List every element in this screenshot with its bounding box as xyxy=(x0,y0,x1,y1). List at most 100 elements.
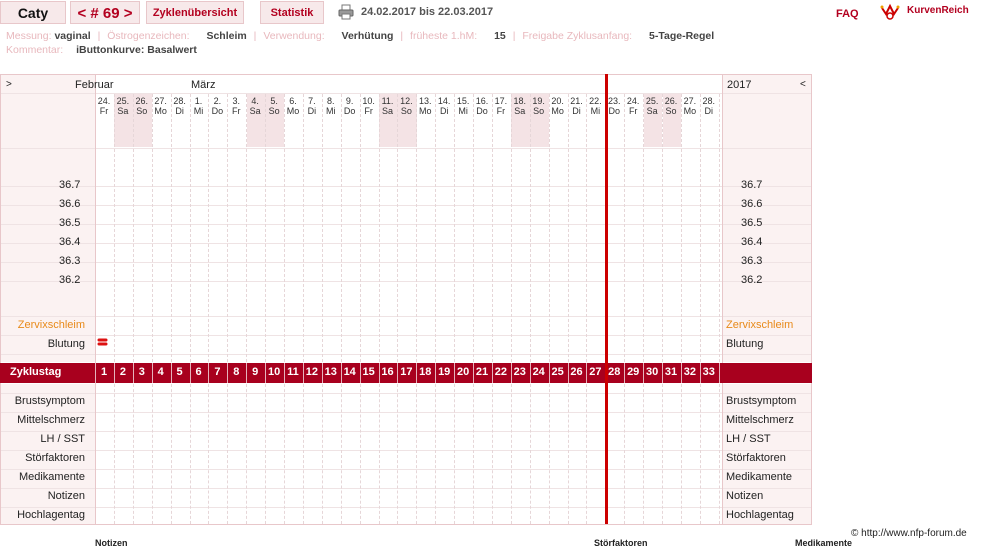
cycle-day-title: Zyklustag xyxy=(10,366,62,378)
cycle-day-number[interactable]: 31 xyxy=(662,366,680,378)
day-gridline xyxy=(378,94,380,362)
day-date: 4. xyxy=(251,96,259,106)
grid-row-line xyxy=(1,412,811,413)
day-gridline xyxy=(416,384,418,524)
cycle-day-number[interactable]: 27 xyxy=(586,366,604,378)
cycle-day-number[interactable]: 1 xyxy=(95,366,113,378)
cycle-day-number[interactable]: 3 xyxy=(133,366,151,378)
day-gridline xyxy=(643,94,645,362)
cycle-day-number[interactable]: 25 xyxy=(549,366,567,378)
cycle-day-separator xyxy=(378,363,380,383)
day-gridline xyxy=(435,94,437,362)
cycle-day-number[interactable]: 16 xyxy=(379,366,397,378)
temperature-label: 36.7 xyxy=(59,179,81,191)
day-weekday: Di xyxy=(439,106,449,116)
temperature-label-right: 36.3 xyxy=(741,255,763,267)
cycle-day-number[interactable]: 14 xyxy=(341,366,359,378)
day-gridline xyxy=(170,384,172,524)
cycle-day-number[interactable]: 29 xyxy=(624,366,642,378)
day-weekday: Mi xyxy=(193,106,204,116)
tab-cycle-overview[interactable]: Zyklenübersicht xyxy=(146,1,244,24)
grid-row-line xyxy=(1,93,811,94)
cycle-day-number[interactable]: 22 xyxy=(492,366,510,378)
day-date: 7. xyxy=(308,96,316,106)
cycle-day-number[interactable]: 9 xyxy=(246,366,264,378)
day-date: 25. xyxy=(116,96,130,106)
day-weekday: So xyxy=(400,106,412,116)
scroll-right-button[interactable]: < xyxy=(800,79,806,90)
grid-row-line xyxy=(1,316,811,317)
temperature-label-right: 36.4 xyxy=(741,236,763,248)
cycle-day-separator xyxy=(340,363,342,383)
top-bar: Caty < # 69 > Zyklenübersicht Statistik … xyxy=(0,0,981,27)
day-header: 14. Di xyxy=(435,96,453,116)
printer-icon[interactable] xyxy=(338,4,354,20)
cycle-day-number[interactable]: 4 xyxy=(152,366,170,378)
day-header: 7. Di xyxy=(303,96,321,116)
cycle-day-number[interactable]: 15 xyxy=(360,366,378,378)
grid-row-line xyxy=(1,148,811,149)
day-gridline xyxy=(359,384,361,524)
cycle-day-number[interactable]: 30 xyxy=(643,366,661,378)
faq-link[interactable]: FAQ xyxy=(836,8,859,20)
hm-label: früheste 1.hM: xyxy=(410,30,478,42)
cycle-day-number[interactable]: 26 xyxy=(568,366,586,378)
day-gridline xyxy=(643,384,645,524)
day-header: 26. So xyxy=(133,96,151,116)
day-date: 19. xyxy=(532,96,545,106)
cycle-day-number[interactable]: 12 xyxy=(303,366,321,378)
cycle-day-number[interactable]: 7 xyxy=(208,366,226,378)
day-date: 25. xyxy=(645,96,659,106)
cycle-day-number[interactable]: 23 xyxy=(511,366,529,378)
cycle-day-number[interactable]: 21 xyxy=(473,366,491,378)
brand-name[interactable]: KurvenReich xyxy=(907,5,969,16)
grid-row-line xyxy=(1,281,811,282)
tab-statistics[interactable]: Statistik xyxy=(260,1,324,24)
cycle-day-number[interactable]: 6 xyxy=(190,366,208,378)
day-date: 1. xyxy=(194,96,203,106)
grid-row-line xyxy=(1,507,811,508)
cycle-navigator[interactable]: < # 69 > xyxy=(70,1,140,24)
cycle-day-number[interactable]: 13 xyxy=(322,366,340,378)
day-date: 27. xyxy=(154,96,167,106)
day-date: 24. xyxy=(626,96,640,106)
temperature-label: 36.4 xyxy=(59,236,81,248)
cycle-day-number[interactable]: 33 xyxy=(700,366,718,378)
day-date: 9. xyxy=(345,96,354,106)
cycle-day-separator xyxy=(699,363,701,383)
kurvenreich-logo-icon[interactable] xyxy=(880,2,900,20)
day-weekday: Fr xyxy=(496,106,506,116)
cycle-day-number[interactable]: 5 xyxy=(171,366,189,378)
cycle-day-number[interactable]: 11 xyxy=(284,366,302,378)
day-gridline xyxy=(397,94,399,362)
day-gridline xyxy=(208,384,210,524)
freigabe-value: 5-Tage-Regel xyxy=(649,30,715,42)
copyright[interactable]: © http://www.nfp-forum.de xyxy=(851,528,967,539)
cycle-day-number[interactable]: 10 xyxy=(265,366,283,378)
cycle-day-number[interactable]: 8 xyxy=(227,366,245,378)
cycle-day-separator xyxy=(529,363,531,383)
scroll-left-button[interactable]: > xyxy=(6,79,12,90)
bleeding-marker-icon[interactable] xyxy=(97,338,108,346)
cycle-day-number[interactable]: 17 xyxy=(397,366,415,378)
cycle-day-separator xyxy=(397,363,399,383)
symptom-row-label-right: LH / SST xyxy=(726,433,771,445)
temperature-label: 36.6 xyxy=(59,198,81,210)
day-weekday: Sa xyxy=(646,106,658,116)
cycle-day-number[interactable]: 24 xyxy=(530,366,548,378)
cycle-day-number[interactable]: 18 xyxy=(416,366,434,378)
day-date: 12. xyxy=(400,96,413,106)
day-weekday: Mo xyxy=(683,106,697,116)
cycle-day-separator xyxy=(227,363,229,383)
day-weekday: Mo xyxy=(419,106,432,116)
kommentar-value: iButtonkurve: Basalwert xyxy=(76,44,197,56)
cycle-day-number[interactable]: 20 xyxy=(454,366,472,378)
cycle-day-separator xyxy=(416,363,418,383)
day-gridline xyxy=(454,94,456,362)
day-gridline xyxy=(680,94,682,362)
cycle-day-number[interactable]: 32 xyxy=(681,366,699,378)
cycle-day-number[interactable]: 19 xyxy=(435,366,453,378)
day-gridline xyxy=(529,384,531,524)
cycle-day-number[interactable]: 2 xyxy=(114,366,132,378)
day-gridline xyxy=(151,384,153,524)
